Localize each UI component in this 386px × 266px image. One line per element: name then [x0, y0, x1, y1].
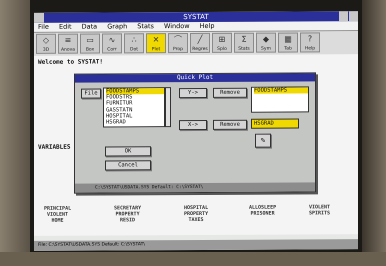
toolbar-button-splo[interactable]: ⊞ Splo [212, 32, 232, 53]
x-add-button[interactable]: X-> [179, 119, 207, 131]
background-variable-col: PRINCIPAL VIOLENT HOME [44, 205, 72, 224]
regression-icon: ╱ [197, 34, 203, 44]
source-list-scrollbar[interactable] [165, 87, 171, 128]
file-button[interactable]: File [81, 88, 101, 99]
toolbar-button-stats[interactable]: Σ Stats [234, 32, 254, 53]
y-variable-list[interactable]: FOODSTAMPS [251, 86, 309, 113]
welcome-text: Welcome to SYSTAT! [38, 58, 104, 66]
menu-help[interactable]: Help [200, 22, 215, 30]
x-remove-button[interactable]: Remove [213, 119, 247, 130]
y-add-button[interactable]: Y-> [179, 87, 207, 99]
symbol-icon: ◆ [262, 34, 270, 44]
list-item[interactable]: HSGRAD [106, 119, 164, 126]
table-icon: ▦ [284, 34, 292, 44]
background-variable-col: VIOLENT SPIRITS [309, 204, 331, 217]
maximize-button[interactable] [349, 11, 358, 22]
source-variable-list[interactable]: FOODSTAMPS FOODSTRS FURNITUR GASSTATN HO… [103, 87, 165, 128]
toolbar-button-tab[interactable]: ▦ Tab [278, 32, 298, 53]
anova-icon: ≡ [64, 35, 72, 45]
x-variable-field[interactable]: HSGRAD [251, 118, 299, 129]
toolbar-button-regres[interactable]: ╱ Regres [190, 32, 210, 54]
toolbar-button-dot[interactable]: ∴ Dot [124, 33, 144, 54]
minimize-button[interactable] [339, 11, 348, 22]
list-item[interactable]: FOODSTAMPS [254, 87, 308, 94]
menu-window[interactable]: Window [164, 22, 190, 30]
menu-data[interactable]: Data [82, 23, 98, 31]
menu-stats[interactable]: Stats [137, 22, 154, 30]
dot-plot-icon: ∴ [131, 35, 137, 45]
toolbar-button-help[interactable]: ? Help [300, 32, 320, 53]
background-bottom [0, 252, 386, 266]
plot-icon: ✕ [152, 35, 160, 45]
quick-plot-dialog: Quick Plot File FOODSTAMPS FOODSTRS FURN… [74, 72, 316, 194]
proportion-icon: ⌒ [174, 35, 182, 45]
background-variable-col: ALLOSLEEP PRISONER [249, 204, 277, 217]
options-icon[interactable]: ✎ [255, 133, 271, 148]
dialog-title: Quick Plot [75, 73, 315, 83]
background-variable-col: SECRETARY PROPERTY RESID [114, 205, 142, 224]
ok-button[interactable]: OK [105, 146, 151, 157]
window-titlebar: SYSTAT [34, 11, 358, 23]
graph-3d-icon: ◇ [42, 35, 50, 45]
dialog-status: C:\SYSTAT\USDATA.SYS Default: C:\SYSTAT\ [75, 182, 315, 193]
splom-icon: ⊞ [218, 34, 226, 44]
background-left [0, 0, 30, 266]
menu-graph[interactable]: Graph [107, 22, 127, 30]
correlation-icon: ∿ [108, 35, 116, 45]
system-menu-button[interactable] [34, 12, 44, 23]
background-variable-col: HOSPITAL PROPERTY TAXES [184, 204, 209, 224]
screen: SYSTAT File Edit Data Graph Stats Window… [34, 11, 358, 251]
toolbar-button-corr[interactable]: ∿ Corr [102, 33, 122, 54]
variables-label: VARIABLES [38, 143, 71, 151]
toolbar-button-plot[interactable]: ✕ Plot [146, 33, 166, 54]
console-area[interactable]: Welcome to SYSTAT! VARIABLES PRINCIPAL V… [34, 54, 358, 236]
toolbar-button-prop[interactable]: ⌒ Prop [168, 33, 188, 54]
help-icon: ? [307, 34, 313, 44]
y-remove-button[interactable]: Remove [213, 87, 247, 98]
background-right [362, 0, 386, 266]
stats-icon: Σ [241, 34, 247, 44]
box-plot-icon: ▭ [86, 35, 94, 45]
toolbar-button-box[interactable]: ▭ Box [80, 33, 100, 54]
menu-edit[interactable]: Edit [59, 23, 72, 31]
toolbar-button-sym[interactable]: ◆ Sym [256, 32, 276, 53]
window-title: SYSTAT [183, 12, 209, 22]
cancel-button[interactable]: Cancel [105, 160, 151, 171]
toolbar-button-anova[interactable]: ≡ Anova [58, 33, 78, 54]
toolbar-button-3d[interactable]: ◇ 3D [36, 33, 56, 54]
status-bar: File: C:\SYSTAT\USDATA.SYS Default: C:\S… [34, 239, 358, 251]
menu-file[interactable]: File [38, 23, 49, 31]
